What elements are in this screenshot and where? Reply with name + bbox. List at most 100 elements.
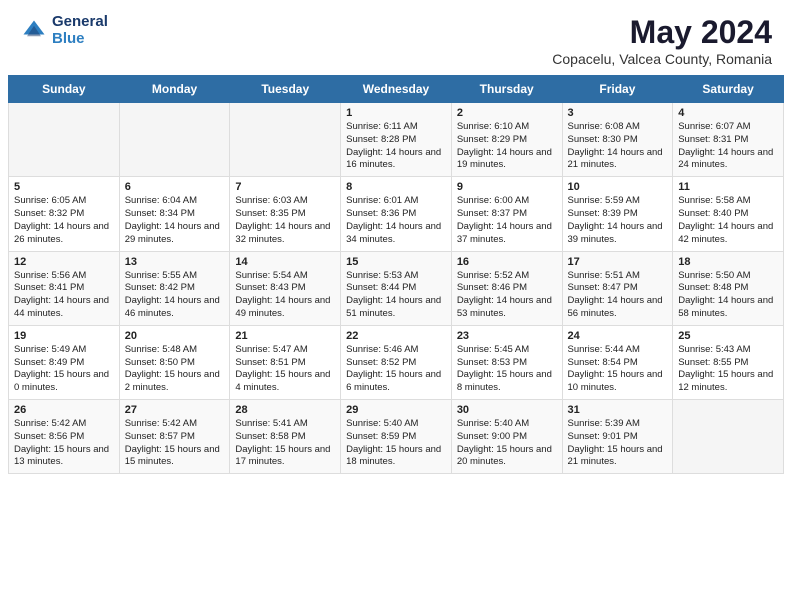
calendar-cell: 11 Sunrise: 5:58 AM Sunset: 8:40 PM Dayli… — [673, 177, 784, 251]
day-number: 24 — [568, 330, 668, 342]
calendar-cell: 2Sunrise: 6:10 AM Sunset: 8:29 PM Daylig… — [451, 103, 562, 177]
logo-text: General Blue — [52, 14, 108, 47]
day-info: Sunrise: 5:46 AM Sunset: 8:52 PM Dayligh… — [346, 344, 446, 395]
day-number: 22 — [346, 330, 446, 342]
calendar-cell: 24 Sunrise: 5:44 AM Sunset: 8:54 PM Dayli… — [562, 325, 673, 399]
day-info: Sunrise: 5:39 AM Sunset: 9:01 PM Dayligh… — [568, 418, 668, 469]
day-info: Sunrise: 6:00 AM Sunset: 8:37 PM Dayligh… — [457, 195, 557, 246]
day-number: 29 — [346, 404, 446, 416]
day-number: 31 — [568, 404, 668, 416]
calendar-cell: 14 Sunrise: 5:54 AM Sunset: 8:43 PM Dayli… — [230, 251, 341, 325]
calendar-cell: 25 Sunrise: 5:43 AM Sunset: 8:55 PM Dayli… — [673, 325, 784, 399]
calendar-cell: 17Sunrise: 5:51 AM Sunset: 8:47 PM Dayli… — [562, 251, 673, 325]
day-info: Sunrise: 6:11 AM Sunset: 8:28 PM Dayligh… — [346, 121, 446, 172]
day-number: 25 — [678, 330, 778, 342]
month-year-title: May 2024 — [552, 14, 772, 51]
calendar-cell: 9Sunrise: 6:00 AM Sunset: 8:37 PM Daylig… — [451, 177, 562, 251]
day-info: Sunrise: 5:42 AM Sunset: 8:57 PM Dayligh… — [125, 418, 225, 469]
day-number: 7 — [235, 181, 335, 193]
calendar-cell: 15 Sunrise: 5:53 AM Sunset: 8:44 PM Dayli… — [341, 251, 452, 325]
day-number: 16 — [457, 256, 557, 268]
day-number: 3 — [568, 107, 668, 119]
calendar-cell: 12 Sunrise: 5:56 AM Sunset: 8:41 PM Dayli… — [9, 251, 120, 325]
logo-general-text: General — [52, 14, 108, 31]
day-info: Sunrise: 5:44 AM Sunset: 8:54 PM Dayligh… — [568, 344, 668, 395]
day-number: 6 — [125, 181, 225, 193]
day-number: 28 — [235, 404, 335, 416]
weekday-header-thursday: Thursday — [451, 76, 562, 103]
day-info: Sunrise: 5:55 AM Sunset: 8:42 PM Dayligh… — [125, 270, 225, 321]
weekday-header-friday: Friday — [562, 76, 673, 103]
weekday-header-sunday: Sunday — [9, 76, 120, 103]
day-number: 14 — [235, 256, 335, 268]
page-container: General Blue May 2024 Copacelu, Valcea C… — [0, 0, 792, 482]
calendar-week-row: 5Sunrise: 6:05 AM Sunset: 8:32 PM Daylig… — [9, 177, 784, 251]
day-info: Sunrise: 5:56 AM Sunset: 8:41 PM Dayligh… — [14, 270, 114, 321]
calendar-cell: 7 Sunrise: 6:03 AM Sunset: 8:35 PM Daylig… — [230, 177, 341, 251]
day-number: 18 — [678, 256, 778, 268]
header: General Blue May 2024 Copacelu, Valcea C… — [0, 0, 792, 75]
day-info: Sunrise: 5:40 AM Sunset: 8:59 PM Dayligh… — [346, 418, 446, 469]
calendar-cell: 31 Sunrise: 5:39 AM Sunset: 9:01 PM Dayli… — [562, 400, 673, 474]
calendar-cell: 4Sunrise: 6:07 AM Sunset: 8:31 PM Daylig… — [673, 103, 784, 177]
day-info: Sunrise: 5:49 AM Sunset: 8:49 PM Dayligh… — [14, 344, 114, 395]
day-number: 23 — [457, 330, 557, 342]
calendar-cell: 30 Sunrise: 5:40 AM Sunset: 9:00 PM Dayli… — [451, 400, 562, 474]
day-info: Sunrise: 5:41 AM Sunset: 8:58 PM Dayligh… — [235, 418, 335, 469]
calendar-cell: 1 Sunrise: 6:11 AM Sunset: 8:28 PM Daylig… — [341, 103, 452, 177]
day-info: Sunrise: 6:03 AM Sunset: 8:35 PM Dayligh… — [235, 195, 335, 246]
day-number: 12 — [14, 256, 114, 268]
weekday-header-row: SundayMondayTuesdayWednesdayThursdayFrid… — [9, 76, 784, 103]
calendar-week-row: 1 Sunrise: 6:11 AM Sunset: 8:28 PM Daylig… — [9, 103, 784, 177]
calendar-header: SundayMondayTuesdayWednesdayThursdayFrid… — [9, 76, 784, 103]
calendar-cell — [9, 103, 120, 177]
day-number: 27 — [125, 404, 225, 416]
day-number: 20 — [125, 330, 225, 342]
day-info: Sunrise: 5:53 AM Sunset: 8:44 PM Dayligh… — [346, 270, 446, 321]
calendar-cell: 6Sunrise: 6:04 AM Sunset: 8:34 PM Daylig… — [119, 177, 230, 251]
calendar-body: 1 Sunrise: 6:11 AM Sunset: 8:28 PM Daylig… — [9, 103, 784, 474]
calendar-cell: 28 Sunrise: 5:41 AM Sunset: 8:58 PM Dayli… — [230, 400, 341, 474]
logo: General Blue — [20, 14, 108, 47]
day-number: 2 — [457, 107, 557, 119]
day-info: Sunrise: 5:50 AM Sunset: 8:48 PM Dayligh… — [678, 270, 778, 321]
calendar-cell: 27 Sunrise: 5:42 AM Sunset: 8:57 PM Dayli… — [119, 400, 230, 474]
day-number: 26 — [14, 404, 114, 416]
day-info: Sunrise: 6:08 AM Sunset: 8:30 PM Dayligh… — [568, 121, 668, 172]
day-number: 10 — [568, 181, 668, 193]
day-info: Sunrise: 5:58 AM Sunset: 8:40 PM Dayligh… — [678, 195, 778, 246]
day-number: 8 — [346, 181, 446, 193]
day-info: Sunrise: 6:01 AM Sunset: 8:36 PM Dayligh… — [346, 195, 446, 246]
weekday-header-wednesday: Wednesday — [341, 76, 452, 103]
day-number: 15 — [346, 256, 446, 268]
day-number: 30 — [457, 404, 557, 416]
calendar-cell: 29 Sunrise: 5:40 AM Sunset: 8:59 PM Dayli… — [341, 400, 452, 474]
weekday-header-monday: Monday — [119, 76, 230, 103]
calendar-cell — [673, 400, 784, 474]
day-info: Sunrise: 5:45 AM Sunset: 8:53 PM Dayligh… — [457, 344, 557, 395]
calendar-cell: 23 Sunrise: 5:45 AM Sunset: 8:53 PM Dayli… — [451, 325, 562, 399]
day-info: Sunrise: 5:54 AM Sunset: 8:43 PM Dayligh… — [235, 270, 335, 321]
calendar-cell: 20Sunrise: 5:48 AM Sunset: 8:50 PM Dayli… — [119, 325, 230, 399]
calendar-cell: 3 Sunrise: 6:08 AM Sunset: 8:30 PM Daylig… — [562, 103, 673, 177]
calendar-week-row: 26Sunrise: 5:42 AM Sunset: 8:56 PM Dayli… — [9, 400, 784, 474]
day-number: 11 — [678, 181, 778, 193]
calendar-week-row: 12 Sunrise: 5:56 AM Sunset: 8:41 PM Dayli… — [9, 251, 784, 325]
day-info: Sunrise: 6:07 AM Sunset: 8:31 PM Dayligh… — [678, 121, 778, 172]
calendar-cell — [230, 103, 341, 177]
calendar-cell: 5Sunrise: 6:05 AM Sunset: 8:32 PM Daylig… — [9, 177, 120, 251]
day-number: 21 — [235, 330, 335, 342]
calendar-cell: 18 Sunrise: 5:50 AM Sunset: 8:48 PM Dayli… — [673, 251, 784, 325]
calendar-cell: 19Sunrise: 5:49 AM Sunset: 8:49 PM Dayli… — [9, 325, 120, 399]
calendar-cell: 8 Sunrise: 6:01 AM Sunset: 8:36 PM Daylig… — [341, 177, 452, 251]
calendar-wrapper: SundayMondayTuesdayWednesdayThursdayFrid… — [0, 75, 792, 482]
day-number: 1 — [346, 107, 446, 119]
weekday-header-tuesday: Tuesday — [230, 76, 341, 103]
day-info: Sunrise: 5:43 AM Sunset: 8:55 PM Dayligh… — [678, 344, 778, 395]
day-info: Sunrise: 5:47 AM Sunset: 8:51 PM Dayligh… — [235, 344, 335, 395]
day-info: Sunrise: 5:40 AM Sunset: 9:00 PM Dayligh… — [457, 418, 557, 469]
calendar-cell: 22 Sunrise: 5:46 AM Sunset: 8:52 PM Dayli… — [341, 325, 452, 399]
calendar-cell: 13Sunrise: 5:55 AM Sunset: 8:42 PM Dayli… — [119, 251, 230, 325]
calendar-table: SundayMondayTuesdayWednesdayThursdayFrid… — [8, 75, 784, 474]
calendar-cell — [119, 103, 230, 177]
